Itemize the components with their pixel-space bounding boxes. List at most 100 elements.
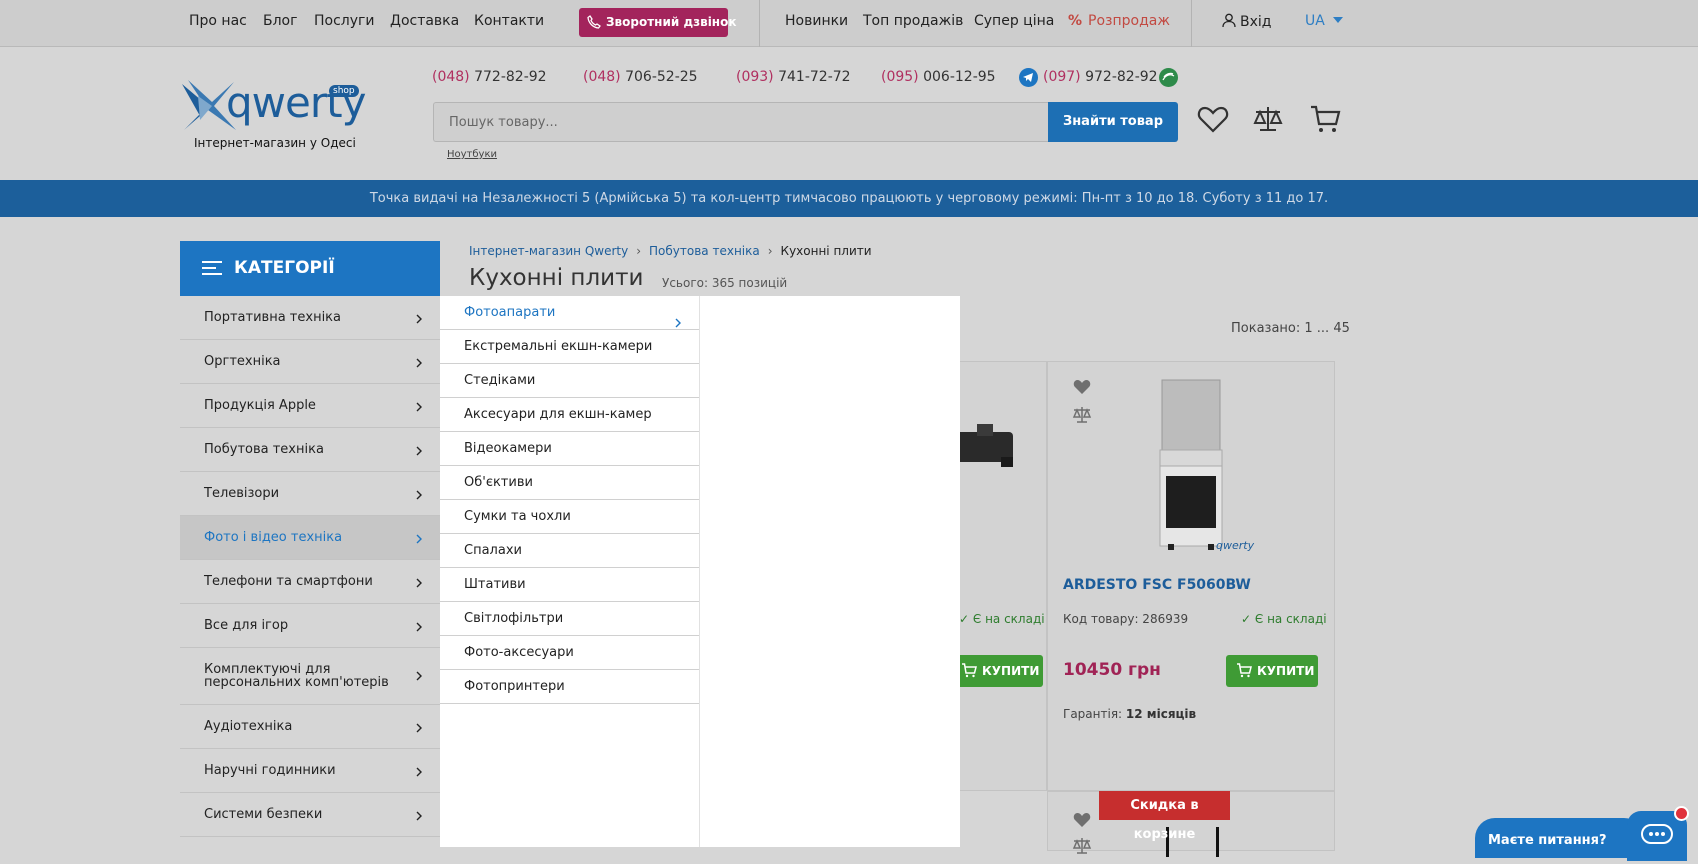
phone-4[interactable]: (095) 006-12-95 — [881, 69, 996, 85]
wishlist-heart-icon[interactable] — [1073, 379, 1091, 395]
sidebar-item-label: Наручні годинники — [204, 763, 336, 778]
submenu-detail-panel — [700, 296, 960, 847]
chat-widget[interactable]: Маєте питання? — [1475, 818, 1644, 858]
chevron-right-icon — [416, 621, 422, 636]
cart-icon[interactable] — [1309, 104, 1341, 134]
percent-icon: % — [1068, 13, 1083, 29]
check-icon: ✓ — [959, 612, 973, 626]
search-input[interactable] — [434, 103, 1049, 141]
sidebar-item-7[interactable]: Все для ігор — [180, 604, 440, 648]
search-hint-link[interactable]: Ноутбуки — [447, 149, 497, 160]
sidebar-item-3[interactable]: Побутова техніка — [180, 428, 440, 472]
phone-code: (093) — [736, 69, 774, 85]
nav-services[interactable]: Послуги — [314, 13, 374, 29]
stock-label: Є на складі — [972, 612, 1045, 626]
submenu-item-6[interactable]: Сумки та чохли — [440, 500, 699, 534]
language-select[interactable]: UA — [1305, 13, 1344, 29]
buy-label: КУПИТИ — [982, 664, 1040, 678]
phone-number: 741-72-72 — [773, 69, 851, 85]
image-watermark: qwerty — [1216, 539, 1255, 552]
compare-scales-icon[interactable] — [1072, 837, 1092, 855]
breadcrumb-link-appliances[interactable]: Побутова техніка — [649, 244, 760, 258]
top-bar: Про нас Блог Послуги Доставка Контакти З… — [0, 0, 1698, 47]
total-count: Усього: 365 позицій — [662, 276, 788, 290]
submenu-item-label: Спалахи — [464, 543, 522, 558]
submenu-item-11[interactable]: Фотопринтери — [440, 670, 699, 704]
sidebar-item-8[interactable]: Комплектуючі для персональних комп'ютері… — [180, 648, 440, 705]
page-title: Кухонні плити — [469, 265, 644, 291]
chevron-right-icon — [416, 766, 422, 781]
cart-icon — [962, 663, 977, 678]
submenu-item-label: Відеокамери — [464, 441, 552, 456]
phone-number: 706-52-25 — [620, 69, 698, 85]
sidebar-item-label: Комплектуючі для персональних комп'ютері… — [204, 662, 389, 690]
submenu-item-2[interactable]: Стедіками — [440, 364, 699, 398]
submenu-item-5[interactable]: Об'єктиви — [440, 466, 699, 500]
sidebar-item-5[interactable]: Фото і відео техніка — [180, 516, 440, 560]
submenu-item-9[interactable]: Світлофільтри — [440, 602, 699, 636]
sidebar-item-2[interactable]: Продукція Apple — [180, 384, 440, 428]
submenu-item-0[interactable]: Фотоапарати — [440, 296, 699, 330]
sidebar-item-1[interactable]: Оргтехніка — [180, 340, 440, 384]
phone-3[interactable]: (093) 741-72-72 — [736, 69, 851, 85]
phone-1[interactable]: (048) 772-82-92 — [432, 69, 547, 85]
nav-contacts[interactable]: Контакти — [474, 13, 544, 29]
product-image[interactable] — [1158, 378, 1224, 553]
sidebar-item-label: Продукція Apple — [204, 398, 316, 413]
buy-label: КУПИТИ — [1257, 664, 1315, 678]
breadcrumb-link-home[interactable]: Інтернет-магазин Qwerty — [469, 244, 628, 258]
breadcrumb-chevron-icon: › — [767, 244, 773, 258]
sidebar-item-11[interactable]: Системи безпеки — [180, 793, 440, 837]
sidebar-item-4[interactable]: Телевізори — [180, 472, 440, 516]
chevron-right-icon — [416, 401, 422, 416]
nav-delivery[interactable]: Доставка — [390, 13, 459, 29]
submenu-item-label: Світлофільтри — [464, 611, 564, 626]
sidebar-item-label: Телевізори — [204, 486, 280, 501]
product-name[interactable]: ARDESTO FSC F5060BW — [1063, 577, 1251, 593]
compare-scales-icon[interactable] — [1252, 104, 1284, 134]
chevron-right-icon — [416, 533, 422, 548]
nav-about[interactable]: Про нас — [189, 13, 247, 29]
nav-sale[interactable]: % Розпродаж — [1068, 13, 1170, 29]
wishlist-heart-icon[interactable] — [1073, 812, 1091, 828]
nav-new[interactable]: Новинки — [785, 13, 848, 29]
submenu-item-10[interactable]: Фото-аксесуари — [440, 636, 699, 670]
search-button[interactable]: Знайти товар — [1048, 102, 1178, 142]
categories-header[interactable]: КАТЕГОРІЇ — [180, 241, 440, 296]
sidebar-item-label: Все для ігор — [204, 618, 289, 633]
sidebar-item-6[interactable]: Телефони та смартфони — [180, 560, 440, 604]
submenu-item-4[interactable]: Відеокамери — [440, 432, 699, 466]
breadcrumb-chevron-icon: › — [636, 244, 642, 258]
discount-badge: Скидка в корзине — [1099, 791, 1230, 842]
login-label: Вхід — [1240, 14, 1272, 30]
chevron-right-icon — [416, 577, 422, 592]
buy-button[interactable]: КУПИТИ — [1226, 655, 1318, 687]
submenu-item-8[interactable]: Штативи — [440, 568, 699, 602]
search-box — [433, 102, 1049, 142]
callback-button[interactable]: Зворотний дзвінок — [579, 8, 737, 37]
compare-scales-icon[interactable] — [1072, 406, 1092, 424]
nav-super-price[interactable]: Супер ціна — [974, 13, 1054, 29]
submenu-item-1[interactable]: Екстремальні екшн-камери — [440, 330, 699, 364]
submenu-item-7[interactable]: Спалахи — [440, 534, 699, 568]
nav-top-sales[interactable]: Топ продажів — [863, 13, 963, 29]
sidebar-item-0[interactable]: Портативна техніка — [180, 296, 440, 340]
phone-2[interactable]: (048) 706-52-25 — [583, 69, 698, 85]
sidebar-item-10[interactable]: Наручні годинники — [180, 749, 440, 793]
phone-code: (048) — [432, 69, 470, 85]
stock-status: ✓ Є на складі — [1241, 612, 1327, 626]
phone-5[interactable]: (097) 972-82-92 — [1043, 69, 1158, 85]
submenu-item-3[interactable]: Аксесуари для екшн-камер — [440, 398, 699, 432]
wishlist-heart-icon[interactable] — [1197, 104, 1229, 134]
breadcrumb-current: Кухонні плити — [780, 244, 872, 258]
logo-badge: shop — [329, 85, 359, 97]
divider — [1191, 0, 1192, 47]
login-link[interactable]: Вхід — [1222, 13, 1271, 30]
logo-subtitle: Інтернет-магазин у Одесі — [194, 136, 356, 150]
buy-button[interactable]: КУПИТИ — [951, 655, 1043, 687]
product-image — [1216, 827, 1219, 857]
nav-blog[interactable]: Блог — [263, 13, 297, 29]
sidebar-item-9[interactable]: Аудіотехніка — [180, 705, 440, 749]
caret-down-icon — [1333, 17, 1344, 23]
telegram-icon[interactable] — [1019, 68, 1038, 87]
